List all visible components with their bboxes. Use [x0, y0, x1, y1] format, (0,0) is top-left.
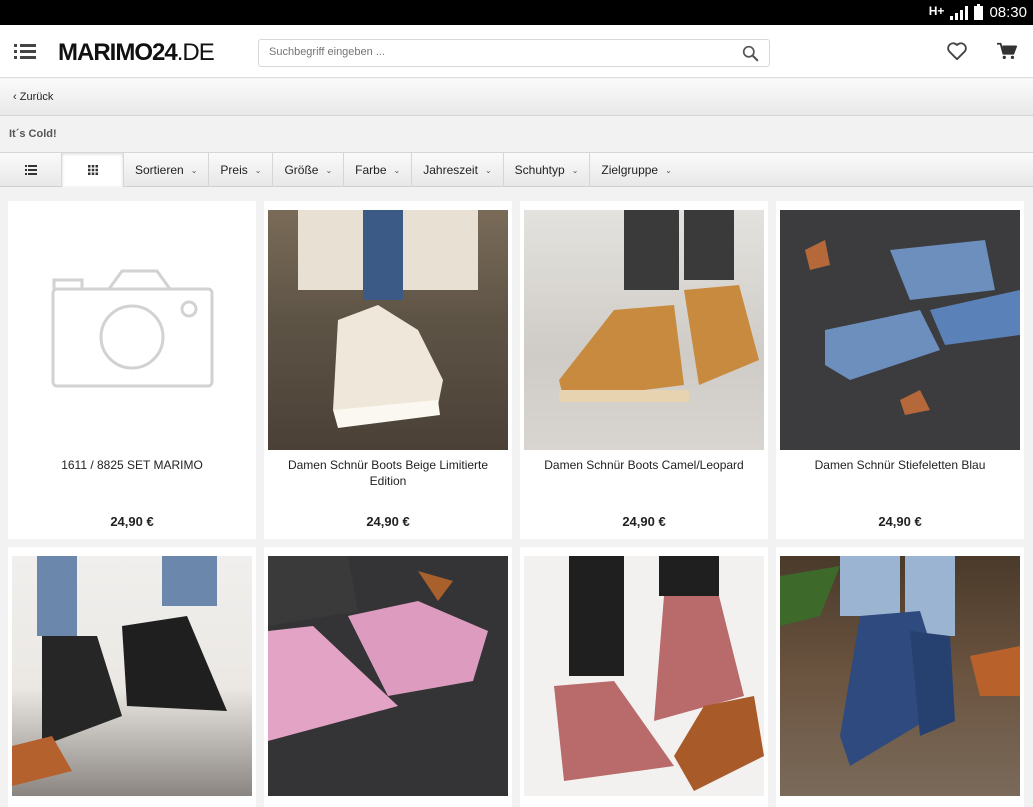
black-boot-photo [12, 556, 227, 786]
filter-label: Zielgruppe [601, 163, 659, 177]
list-view-button[interactable] [0, 153, 62, 187]
grid-view-button[interactable] [62, 153, 124, 187]
navy-boot-photo [780, 556, 1020, 766]
category-title: It´s Cold! [9, 128, 57, 140]
product-price: 24,90 € [622, 514, 666, 529]
filter-label: Sortieren [135, 163, 184, 177]
beige-boot-photo [298, 210, 478, 428]
product-image [524, 556, 764, 796]
back-link[interactable]: ‹ Zurück [13, 91, 53, 103]
network-type: H+ [928, 3, 945, 18]
product-card[interactable]: Damen Schnür Boots Camel/Leopard 24,90 € [520, 201, 768, 539]
pink-boot-photo [268, 556, 488, 741]
product-card[interactable] [776, 547, 1024, 807]
camel-boot-photo [559, 210, 759, 402]
product-card[interactable]: Damen Schnür Stiefeletten Blau 24,90 € [776, 201, 1024, 539]
site-header: MARIMO24.DE [0, 25, 1033, 78]
filter-sortieren[interactable]: Sortieren ⌄ [124, 153, 210, 187]
product-name: Damen Schnür Boots Camel/Leopard [544, 458, 744, 472]
filter-label: Farbe [355, 163, 387, 177]
logo-thin: .DE [176, 39, 215, 66]
product-card[interactable] [8, 547, 256, 807]
product-image-placeholder [12, 210, 252, 450]
product-price: 24,90 € [110, 514, 154, 529]
logo-bold: MARIMO24 [58, 39, 178, 66]
chevron-down-icon: ⌄ [190, 165, 198, 175]
filter-zielgruppe[interactable]: Zielgruppe ⌄ [590, 153, 682, 187]
filter-label: Schuhtyp [514, 163, 565, 177]
grid-view-icon [88, 165, 98, 175]
product-card[interactable] [264, 547, 512, 807]
status-bar: H+ 08:30 [0, 0, 1033, 25]
search-icon[interactable] [742, 45, 759, 62]
filter-groesse[interactable]: Größe ⌄ [273, 153, 345, 187]
list-view-icon [25, 165, 37, 175]
filter-label: Preis [220, 163, 248, 177]
product-image [12, 556, 252, 796]
product-image [268, 556, 508, 796]
search-input[interactable] [269, 46, 729, 58]
filter-label: Größe [284, 163, 319, 177]
camera-icon [51, 269, 214, 388]
chevron-down-icon: ⌄ [571, 165, 579, 175]
filter-preis[interactable]: Preis ⌄ [209, 153, 274, 187]
product-card[interactable]: 1611 / 8825 SET MARIMO 24,90 € [8, 201, 256, 539]
cart-icon[interactable] [996, 41, 1018, 61]
product-image [524, 210, 764, 450]
chevron-down-icon: ⌄ [254, 165, 262, 175]
menu-icon[interactable] [14, 43, 36, 59]
product-card[interactable] [520, 547, 768, 807]
chevron-down-icon: ⌄ [393, 165, 401, 175]
clock: 08:30 [989, 4, 1027, 21]
product-image [780, 210, 1020, 450]
blue-boot-photo [805, 240, 1020, 415]
filter-jahreszeit[interactable]: Jahreszeit ⌄ [412, 153, 504, 187]
signal-icon [950, 5, 969, 20]
back-label: Zurück [19, 91, 54, 103]
product-price: 24,90 € [366, 514, 410, 529]
chevron-left-icon: ‹ [13, 91, 17, 103]
product-name: 1611 / 8825 SET MARIMO [61, 458, 203, 472]
product-name: Damen Schnür Stiefeletten Blau [814, 458, 986, 472]
chevron-down-icon: ⌄ [484, 165, 492, 175]
product-card[interactable]: Damen Schnür Boots Beige Limitierte Edit… [264, 201, 512, 539]
wishlist-heart-icon[interactable] [946, 41, 968, 61]
filter-bar: Sortieren ⌄ Preis ⌄ Größe ⌄ Farbe ⌄ Jahresze… [0, 152, 1033, 187]
product-image [268, 210, 508, 450]
product-name: Damen Schnür Boots Beige Limitierte Edit… [287, 458, 489, 488]
filter-farbe[interactable]: Farbe ⌄ [344, 153, 413, 187]
chevron-down-icon: ⌄ [665, 165, 672, 175]
rose-boot-photo [554, 556, 764, 791]
chevron-down-icon: ⌄ [325, 165, 333, 175]
product-price: 24,90 € [878, 514, 922, 529]
search-box [258, 39, 770, 67]
filter-label: Jahreszeit [423, 163, 478, 177]
filter-schuhtyp[interactable]: Schuhtyp ⌄ [504, 153, 591, 187]
logo[interactable]: MARIMO24.DE [58, 39, 215, 67]
battery-icon [974, 3, 984, 20]
product-image [780, 556, 1020, 796]
back-bar: ‹ Zurück [0, 79, 1033, 116]
